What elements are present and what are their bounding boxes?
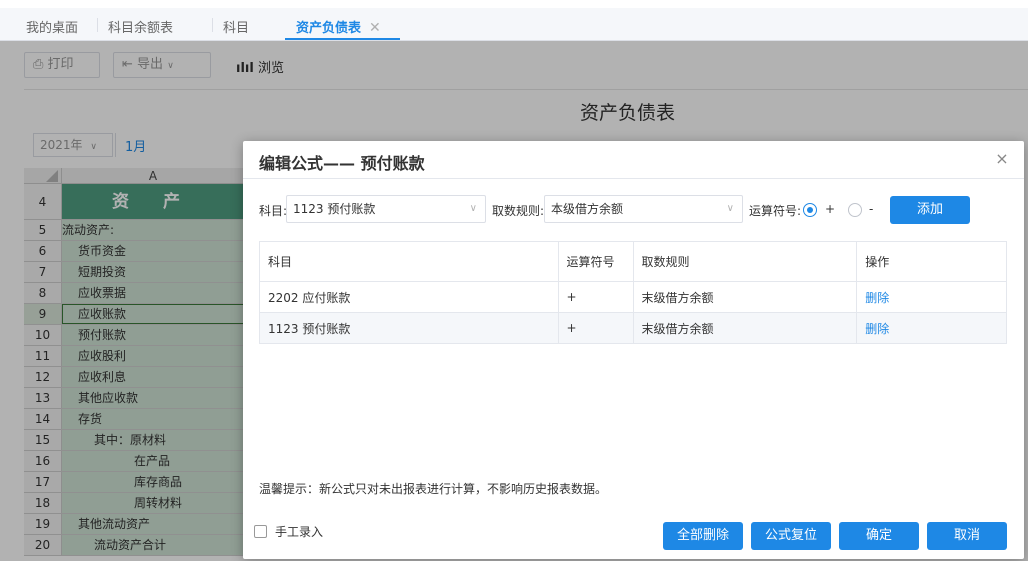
tab-account-balance[interactable]: 科目余额表: [108, 17, 173, 36]
reset-formula-button[interactable]: 公式复位: [751, 522, 831, 550]
row-operator: +: [557, 281, 634, 313]
delete-link[interactable]: 删除: [865, 322, 889, 336]
row-operator: +: [557, 312, 634, 344]
tab-bar: 我的桌面 科目余额表 科目 资产负债表 ✕: [0, 8, 1028, 41]
delete-all-button[interactable]: 全部删除: [663, 522, 743, 550]
chevron-down-icon: ∨: [726, 203, 734, 214]
active-tab-indicator: [285, 38, 400, 40]
dialog-header: 编辑公式—— 预付账款 ×: [243, 141, 1024, 179]
manual-entry-checkbox[interactable]: [254, 525, 267, 538]
column-header-subject: 科目: [259, 241, 559, 282]
dialog-title: 编辑公式—— 预付账款: [259, 154, 425, 173]
row-subject: 1123 预付账款: [259, 312, 559, 344]
manual-entry-label: 手工录入: [275, 525, 324, 539]
row-rule: 末级借方余额: [632, 312, 858, 344]
operator-label: 运算符号:: [749, 204, 802, 218]
close-icon[interactable]: ✕: [369, 20, 381, 36]
edit-formula-dialog: 编辑公式—— 预付账款 × 科目: 1123 预付账款 ∨ 取数规则: 本级借方…: [243, 141, 1024, 559]
chevron-down-icon: ∨: [469, 203, 477, 214]
confirm-button[interactable]: 确定: [839, 522, 919, 550]
tab-my-desktop[interactable]: 我的桌面: [26, 17, 78, 36]
column-header-action: 操作: [856, 241, 1007, 282]
rule-label: 取数规则:: [492, 204, 545, 218]
tab-balance-sheet-label: 资产负债表: [296, 21, 362, 36]
table-row: 1123 预付账款 + 末级借方余额 删除: [259, 312, 1007, 344]
tab-divider: [212, 18, 213, 32]
formula-table: 科目 运算符号 取数规则 操作 2202 应付账款 + 末级借方余额 删除 11…: [259, 241, 1007, 344]
subject-select[interactable]: 1123 预付账款 ∨: [286, 195, 486, 223]
operator-plus-label: +: [825, 202, 836, 216]
column-header-rule: 取数规则: [632, 241, 858, 282]
tab-balance-sheet[interactable]: 资产负债表 ✕: [296, 17, 381, 36]
tab-accounts[interactable]: 科目: [223, 17, 249, 36]
close-icon[interactable]: ×: [994, 151, 1010, 167]
tab-divider: [97, 18, 98, 32]
delete-link[interactable]: 删除: [865, 291, 889, 305]
add-button[interactable]: 添加: [890, 196, 970, 224]
rule-select-value: 本级借方余额: [551, 202, 624, 216]
cancel-button[interactable]: 取消: [927, 522, 1007, 550]
subject-label: 科目:: [259, 204, 288, 218]
operator-minus-label: -: [869, 202, 874, 216]
operator-plus-radio[interactable]: [803, 203, 817, 217]
operator-minus-radio[interactable]: [848, 203, 862, 217]
hint-text: 温馨提示：新公式只对未出报表进行计算，不影响历史报表数据。: [259, 482, 608, 496]
subject-select-value: 1123 预付账款: [293, 202, 376, 216]
table-header-row: 科目 运算符号 取数规则 操作: [259, 241, 1007, 282]
row-subject: 2202 应付账款: [259, 281, 559, 313]
row-rule: 末级借方余额: [632, 281, 858, 313]
column-header-operator: 运算符号: [557, 241, 634, 282]
table-row: 2202 应付账款 + 末级借方余额 删除: [259, 281, 1007, 313]
rule-select[interactable]: 本级借方余额 ∨: [544, 195, 743, 223]
